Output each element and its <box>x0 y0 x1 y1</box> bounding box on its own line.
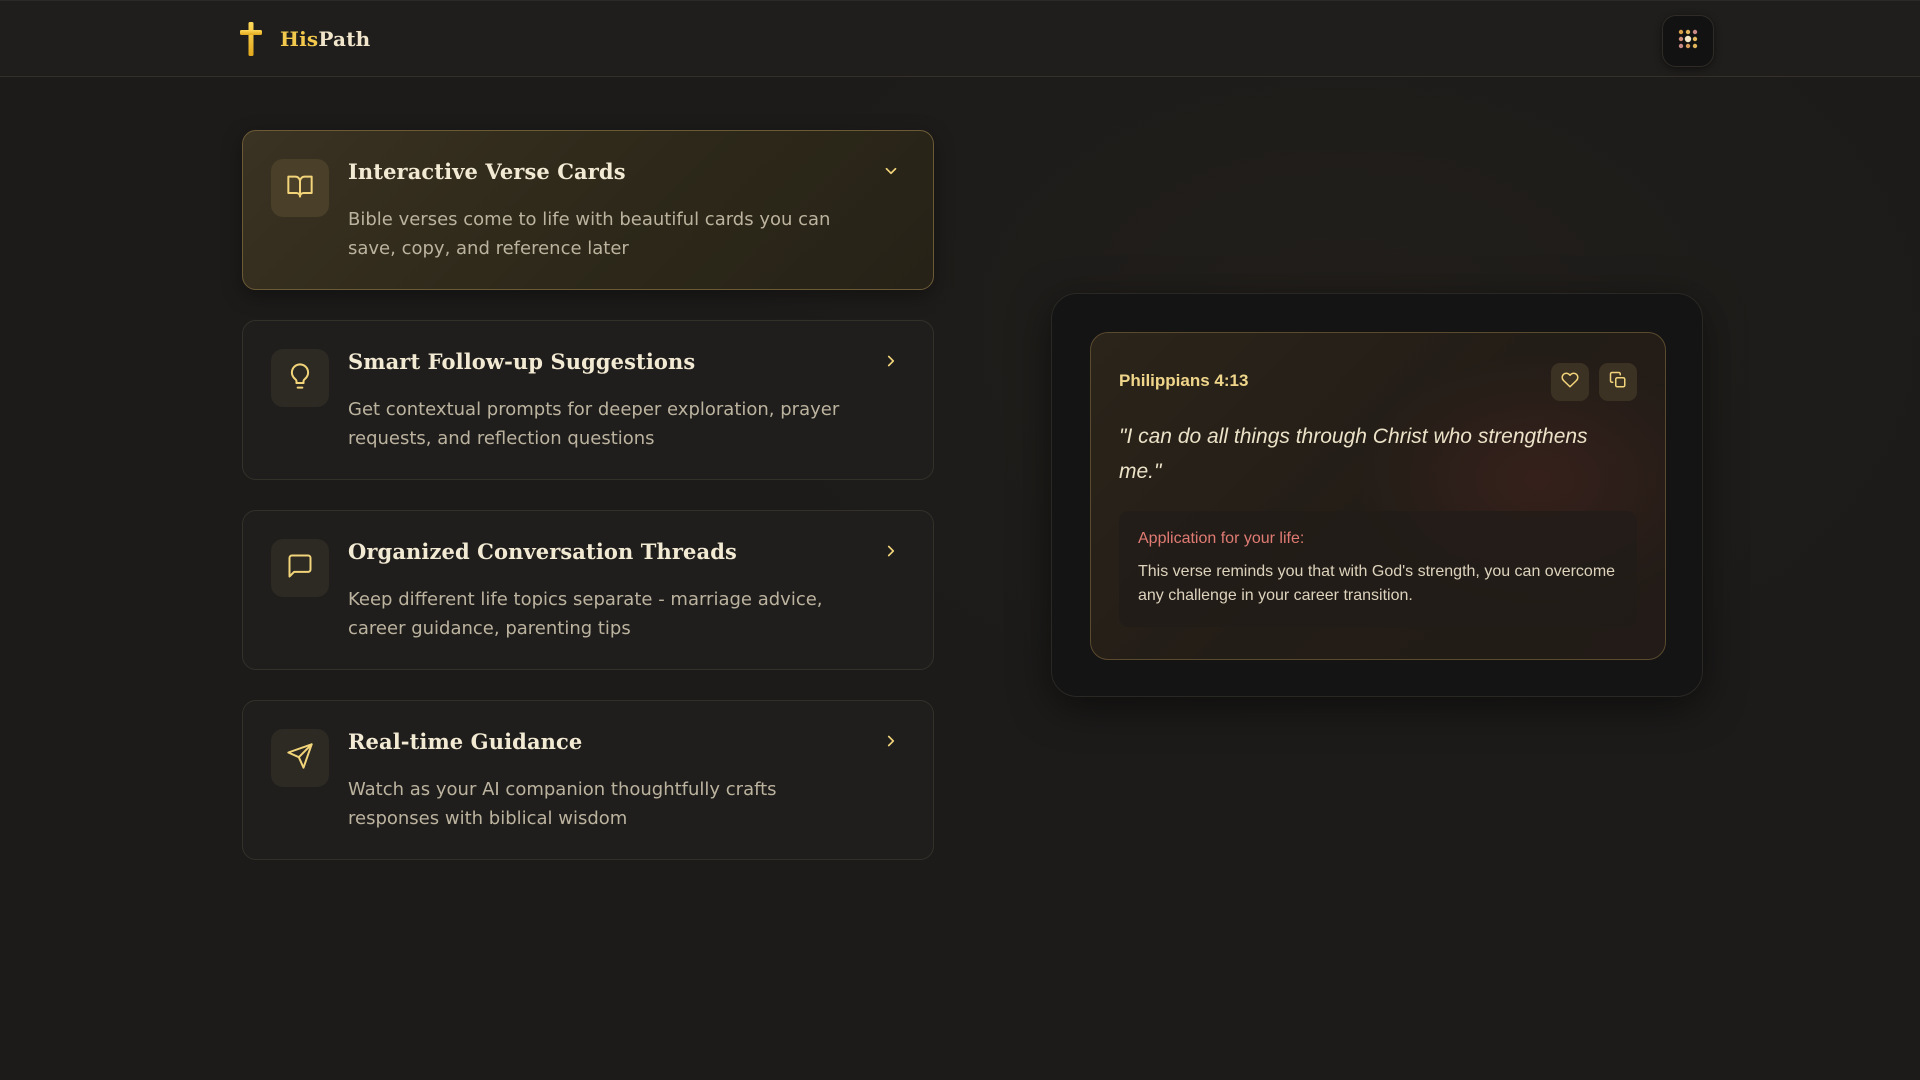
chevron-right-icon[interactable] <box>881 351 901 371</box>
feature-icon-box <box>271 729 329 787</box>
chevron-right-icon[interactable] <box>881 731 901 751</box>
feature-card-real-time-guidance[interactable]: Real-time Guidance Watch as your AI comp… <box>242 700 934 860</box>
send-icon <box>286 742 314 774</box>
chevron-right-icon[interactable] <box>881 541 901 561</box>
brand-name-his: His <box>280 27 319 51</box>
chevron-down-icon[interactable] <box>881 161 901 181</box>
feature-icon-box <box>271 349 329 407</box>
feature-description: Watch as your AI companion thoughtfully … <box>348 779 777 829</box>
copy-verse-button[interactable] <box>1599 363 1637 401</box>
verse-text: "I can do all things through Christ who … <box>1119 425 1588 483</box>
message-square-icon <box>286 552 314 584</box>
feature-card-interactive-verse-cards[interactable]: Interactive Verse Cards Bible verses com… <box>242 130 934 290</box>
menu-button[interactable] <box>1662 15 1714 67</box>
feature-description: Keep different life topics separate - ma… <box>348 589 823 639</box>
feature-title: Smart Follow-up Suggestions <box>348 349 696 374</box>
brand-logo[interactable]: HisPath <box>236 21 370 57</box>
feature-icon-box <box>271 539 329 597</box>
feature-title: Real-time Guidance <box>348 729 583 754</box>
feature-description: Get contextual prompts for deeper explor… <box>348 399 840 449</box>
verse-actions <box>1551 363 1637 401</box>
feature-icon-box <box>271 159 329 217</box>
brand-name-path: Path <box>318 27 371 51</box>
page: HisPath Interactive Verse Cards Bible ve… <box>0 0 1920 1080</box>
lightbulb-icon <box>286 362 314 394</box>
application-box: Application for your life: This verse re… <box>1119 511 1637 627</box>
brand-name: HisPath <box>280 27 370 51</box>
feature-title: Interactive Verse Cards <box>348 159 626 184</box>
cross-icon <box>236 20 266 58</box>
save-verse-button[interactable] <box>1551 363 1589 401</box>
verse-preview-panel: Philippians 4:13 "I can do all things th… <box>1051 293 1703 697</box>
feature-card-organized-conversation-threads[interactable]: Organized Conversation Threads Keep diff… <box>242 510 934 670</box>
book-open-icon <box>286 172 314 204</box>
top-nav-bar: HisPath <box>0 0 1920 77</box>
copy-icon <box>1609 371 1627 393</box>
verse-reference: Philippians 4:13 <box>1119 371 1249 390</box>
application-text: This verse reminds you that with God's s… <box>1138 563 1616 604</box>
feature-description: Bible verses come to life with beautiful… <box>348 209 831 259</box>
feature-card-smart-follow-up-suggestions[interactable]: Smart Follow-up Suggestions Get contextu… <box>242 320 934 480</box>
dots-grid-icon <box>1676 27 1700 55</box>
verse-card: Philippians 4:13 "I can do all things th… <box>1090 332 1666 660</box>
heart-icon <box>1561 371 1579 393</box>
application-label: Application for your life: <box>1138 530 1305 547</box>
feature-title: Organized Conversation Threads <box>348 539 737 564</box>
